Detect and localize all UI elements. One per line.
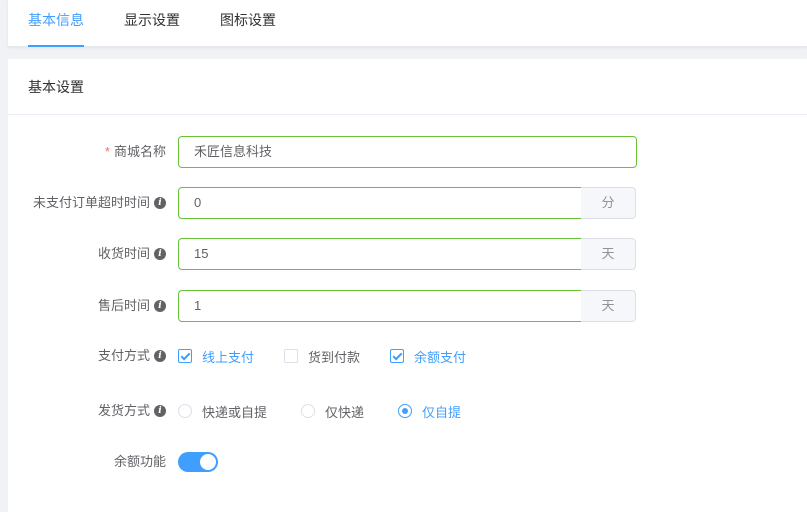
tab-display-settings[interactable]: 显示设置 — [124, 0, 180, 47]
balance-feature-label: 余额功能 — [114, 446, 166, 478]
after-sale-time-label-text: 售后时间 — [97, 298, 150, 313]
info-circle-icon[interactable]: i — [154, 350, 166, 362]
payment-method-row: 支付方式 i 线上支付 货到付款 余额支付 — [8, 340, 807, 372]
delivery-method-label-text: 发货方式 — [97, 403, 150, 418]
after-sale-time-unit: 天 — [581, 290, 636, 322]
receive-time-unit: 天 — [581, 238, 636, 270]
tab-basic-info[interactable]: 基本信息 — [28, 0, 84, 47]
info-circle-icon[interactable]: i — [154, 405, 166, 417]
shop-name-label: * 商城名称 — [105, 136, 166, 168]
unpaid-timeout-unit: 分 — [581, 187, 636, 219]
balance-feature-row: 余额功能 — [8, 446, 807, 478]
after-sale-time-input[interactable]: 1 — [178, 290, 582, 322]
payment-method-group: 线上支付 货到付款 余额支付 — [178, 340, 466, 372]
checkbox-unchecked-icon — [284, 349, 299, 363]
delivery-express-or-pickup-radio[interactable]: 快递或自提 — [178, 395, 267, 427]
checkbox-checked-icon — [390, 349, 405, 363]
section-title: 基本设置 — [8, 59, 807, 115]
payment-balance-checkbox[interactable]: 余额支付 — [390, 340, 466, 372]
info-circle-icon[interactable]: i — [154, 248, 166, 260]
balance-feature-label-text: 余额功能 — [113, 454, 166, 469]
payment-method-label-text: 支付方式 — [97, 348, 150, 363]
receive-time-input[interactable]: 15 — [178, 238, 582, 270]
delivery-pickup-only-radio[interactable]: 仅自提 — [398, 395, 461, 427]
info-circle-icon[interactable]: i — [154, 197, 166, 209]
info-circle-icon[interactable]: i — [154, 300, 166, 312]
required-mark: * — [104, 144, 110, 159]
receive-time-label-text: 收货时间 — [97, 246, 150, 261]
unpaid-timeout-input[interactable]: 0 — [178, 187, 582, 219]
shop-name-label-text: 商城名称 — [113, 144, 166, 159]
tabs-bar: 基本信息 显示设置 图标设置 — [8, 0, 807, 47]
payment-method-label: 支付方式 i — [98, 340, 166, 372]
balance-feature-switch[interactable] — [178, 452, 218, 472]
payment-online-label: 线上支付 — [202, 349, 255, 365]
after-sale-time-row: 售后时间 i 1 天 — [8, 290, 807, 322]
tab-icon-settings[interactable]: 图标设置 — [220, 0, 276, 47]
unpaid-timeout-row: 未支付订单超时时间 i 0 分 — [8, 187, 807, 219]
payment-balance-label: 余额支付 — [414, 349, 467, 365]
delivery-express-or-pickup-label: 快递或自提 — [202, 404, 268, 420]
receive-time-row: 收货时间 i 15 天 — [8, 238, 807, 270]
unpaid-timeout-label-text: 未支付订单超时时间 — [32, 195, 150, 210]
radio-selected-icon — [398, 404, 413, 418]
delivery-method-group: 快递或自提 仅快递 仅自提 — [178, 395, 461, 427]
radio-unselected-icon — [178, 404, 192, 418]
radio-unselected-icon — [301, 404, 316, 418]
delivery-express-only-radio[interactable]: 仅快递 — [301, 395, 364, 427]
checkbox-checked-icon — [178, 349, 192, 363]
payment-cod-label: 货到付款 — [308, 349, 361, 365]
unpaid-timeout-label: 未支付订单超时时间 i — [33, 187, 166, 219]
delivery-express-only-label: 仅快递 — [325, 404, 365, 420]
payment-online-checkbox[interactable]: 线上支付 — [178, 340, 254, 372]
receive-time-label: 收货时间 i — [98, 238, 166, 270]
delivery-method-label: 发货方式 i — [98, 395, 166, 427]
after-sale-time-label: 售后时间 i — [98, 290, 166, 322]
shop-name-input[interactable]: 禾匠信息科技 — [178, 136, 637, 168]
shop-name-row: * 商城名称 禾匠信息科技 — [8, 136, 807, 168]
settings-card: 基本设置 * 商城名称 禾匠信息科技 未支付订单超时时间 i 0 分 收货时间 … — [8, 59, 807, 512]
delivery-pickup-only-label: 仅自提 — [422, 404, 462, 420]
delivery-method-row: 发货方式 i 快递或自提 仅快递 仅自提 — [8, 395, 807, 427]
payment-cod-checkbox[interactable]: 货到付款 — [284, 340, 360, 372]
